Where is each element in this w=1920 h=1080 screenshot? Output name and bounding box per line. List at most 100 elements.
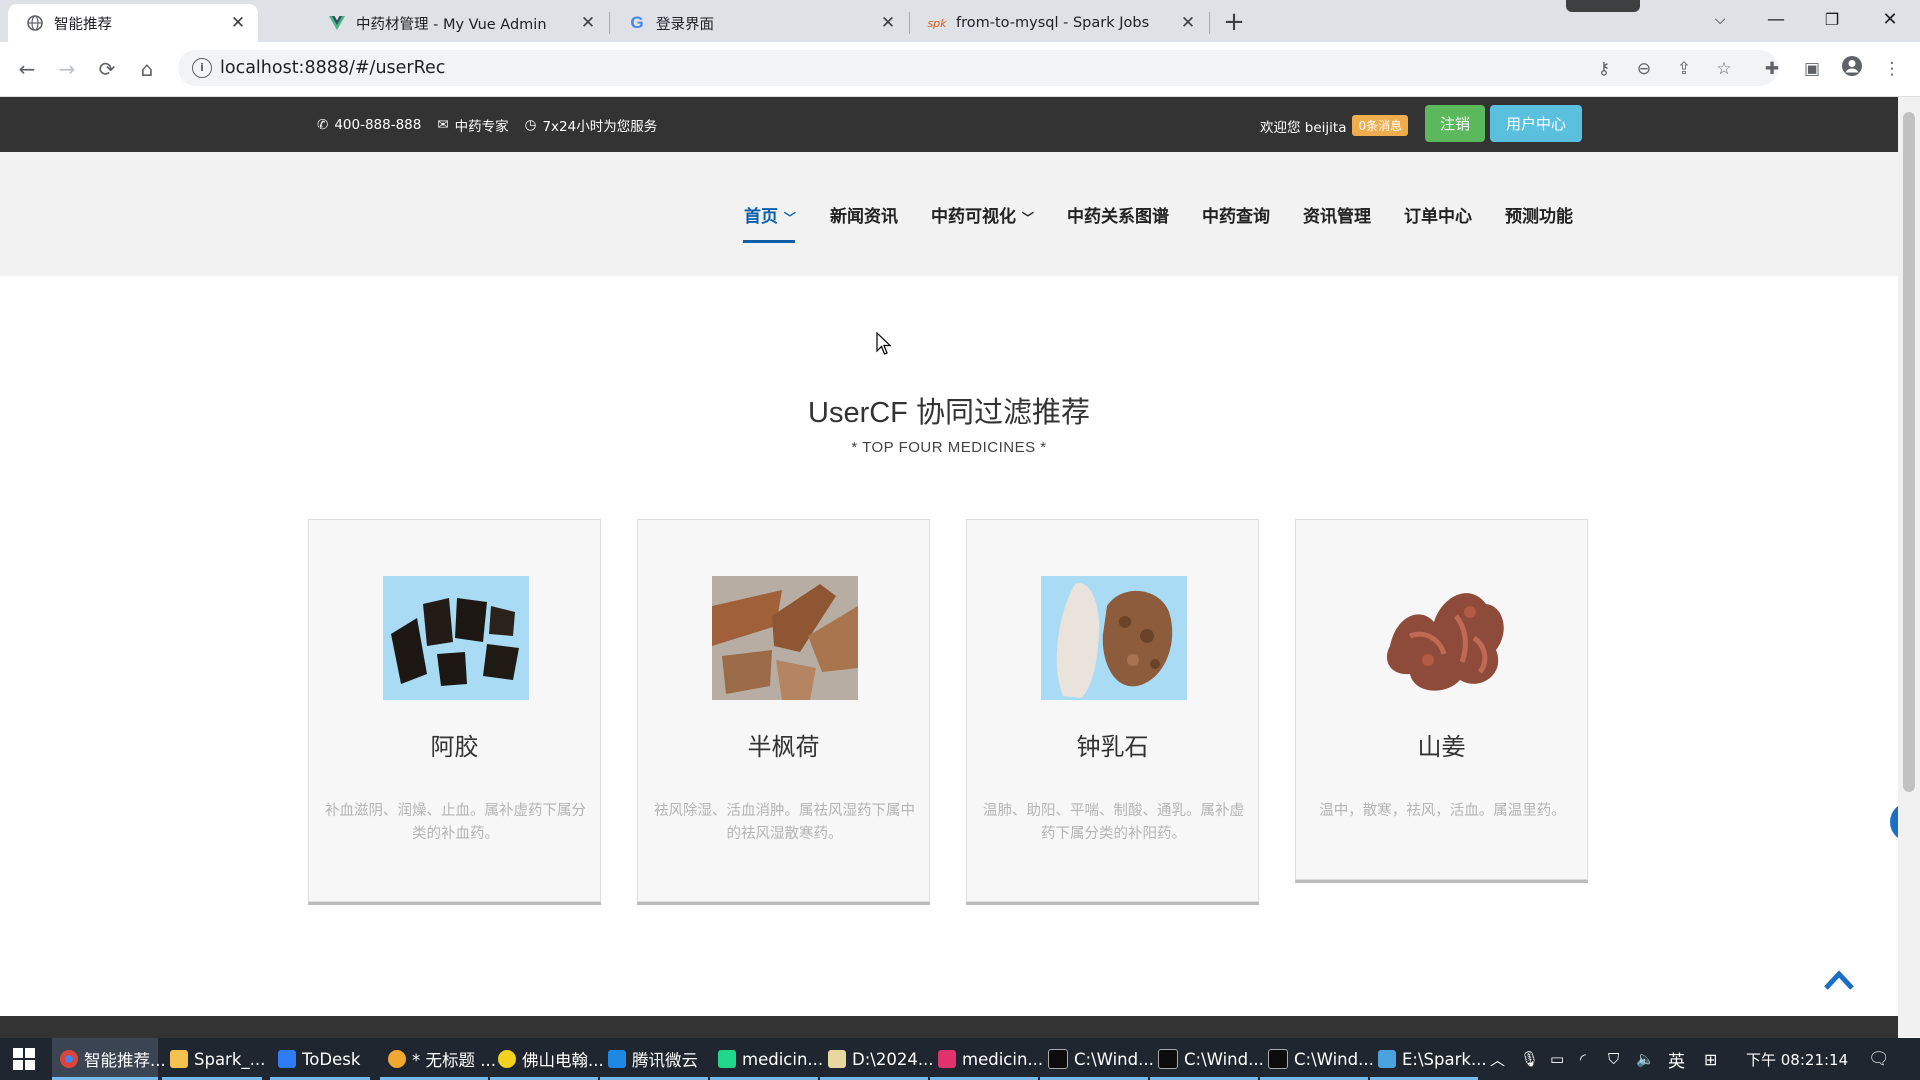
- medicine-description: 温肺、助阳、平喘、制酸、通乳。属补虚药下属分类的补阳药。: [983, 803, 1244, 842]
- close-tab-icon[interactable]: ✕: [878, 13, 898, 33]
- terminal-icon: [1158, 1049, 1178, 1069]
- star-icon[interactable]: ☆: [1710, 55, 1738, 83]
- microphone-icon[interactable]: 🎙: [1520, 1038, 1539, 1080]
- section-subtitle: * TOP FOUR MEDICINES *: [851, 439, 1047, 456]
- volume-icon[interactable]: 🔈: [1636, 1038, 1655, 1080]
- folder-icon: [170, 1050, 188, 1068]
- taskbar-item-pycharm[interactable]: medicin...: [710, 1038, 823, 1080]
- active-nav-underline: [743, 240, 795, 243]
- close-tab-icon[interactable]: ✕: [228, 13, 248, 33]
- tab-title: from-to-mysql - Spark Jobs: [956, 15, 1150, 31]
- taskbar-item-idea[interactable]: medicin...: [930, 1038, 1043, 1080]
- notepad-icon: [828, 1050, 846, 1068]
- home-icon[interactable]: ⌂: [132, 54, 162, 84]
- taskbar-label: medicin...: [742, 1049, 824, 1069]
- nav-item-home[interactable]: 首页 ﹀: [744, 202, 796, 227]
- taskbar-item-todesk[interactable]: ToDesk: [270, 1038, 370, 1080]
- taskbar-label: 腾讯微云: [632, 1051, 698, 1070]
- nav-item-orders[interactable]: 订单中心: [1404, 202, 1472, 227]
- taskbar-item-chrome[interactable]: 智能推荐...: [52, 1038, 166, 1080]
- nav-item-news-admin[interactable]: 资讯管理: [1303, 202, 1371, 227]
- address-toolbar: ← → ⟳ ⌂ i localhost:8888/#/userRec ⚷ ⊖ ⇪…: [0, 42, 1920, 97]
- user-center-button[interactable]: 用户中心: [1490, 105, 1582, 142]
- tab-login[interactable]: G 登录界面 ✕: [610, 4, 908, 42]
- medicine-card[interactable]: 山姜 温中，散寒，祛风，活血。属温里药。: [1295, 519, 1588, 880]
- forward-arrow-icon[interactable]: →: [52, 54, 82, 84]
- ime-indicator[interactable]: 英: [1668, 1038, 1685, 1080]
- messages-badge[interactable]: 0条消息: [1352, 115, 1409, 136]
- pycharm-icon: [718, 1050, 736, 1068]
- site-info-icon[interactable]: i: [192, 58, 212, 78]
- taskbar-item-untitled[interactable]: * 无标题 ...: [380, 1038, 496, 1080]
- address-bar[interactable]: i localhost:8888/#/userRec: [178, 50, 1778, 86]
- close-window-button[interactable]: ✕: [1872, 6, 1908, 34]
- taskbar-item-cmd-3[interactable]: C:\Wind...: [1260, 1038, 1374, 1080]
- medicine-image: [1041, 576, 1187, 700]
- start-button[interactable]: [0, 1038, 48, 1080]
- restore-button[interactable]: ❐: [1814, 6, 1850, 34]
- chevron-down-icon: ﹀: [1021, 211, 1034, 225]
- terminal-icon: [1048, 1049, 1068, 1069]
- system-clock[interactable]: 下午 08:21:14: [1746, 1038, 1848, 1080]
- footer-edge: [0, 1016, 1898, 1038]
- side-panel-icon[interactable]: ▣: [1798, 55, 1826, 83]
- globe-icon: [26, 14, 44, 32]
- battery-icon[interactable]: ▭: [1550, 1038, 1564, 1080]
- taskbar-label: D:\2024...: [852, 1049, 934, 1069]
- taskbar-label: Spark_...: [194, 1049, 266, 1069]
- medicine-card[interactable]: 半枫荷 祛风除湿、活血消肿。属祛风湿药下属中的祛风湿散寒药。: [637, 519, 930, 902]
- scrollbar-thumb[interactable]: [1903, 112, 1915, 792]
- medicine-image: [383, 576, 529, 700]
- tab-spark-jobs[interactable]: spk from-to-mysql - Spark Jobs ✕: [910, 4, 1208, 42]
- medicine-name: 山姜: [1417, 733, 1466, 761]
- notification-icon[interactable]: 🗨: [1868, 1038, 1890, 1080]
- ime-grid-icon[interactable]: ⊞: [1704, 1038, 1717, 1080]
- taskbar-item-weiyun[interactable]: 腾讯微云: [600, 1038, 708, 1080]
- close-tab-icon[interactable]: ✕: [578, 13, 598, 33]
- taskbar-item-spark-window[interactable]: E:\Spark...: [1370, 1038, 1487, 1080]
- tab-title: 中药材管理 - My Vue Admin: [356, 16, 547, 33]
- nav-item-query[interactable]: 中药查询: [1202, 202, 1270, 227]
- close-tab-icon[interactable]: ✕: [1178, 13, 1198, 33]
- tray-chevron-icon[interactable]: ︿: [1490, 1038, 1505, 1080]
- reload-icon[interactable]: ⟳: [92, 54, 122, 84]
- chrome-icon: [60, 1050, 78, 1068]
- menu-kebab-icon[interactable]: ⋮: [1878, 55, 1906, 83]
- medicine-image: [712, 576, 858, 700]
- profile-icon[interactable]: [1838, 55, 1866, 83]
- extensions-icon[interactable]: ✚: [1758, 55, 1786, 83]
- contact-info: ✆ 400-888-888 ✉ 中药专家 ◷ 7x24小时为您服务: [317, 115, 657, 135]
- expert-label: 中药专家: [454, 119, 509, 135]
- taskbar-item-foshan[interactable]: 佛山电翰...: [490, 1038, 604, 1080]
- taskbar-item-notepad[interactable]: D:\2024...: [820, 1038, 934, 1080]
- user-greeting: 欢迎您 beijita 0条消息: [1260, 115, 1409, 136]
- tab-vue-admin[interactable]: 中药材管理 - My Vue Admin ✕: [310, 4, 608, 42]
- new-tab-button[interactable]: +: [1218, 6, 1250, 38]
- tab-search-chevron-icon[interactable]: ⌵: [1702, 6, 1738, 34]
- taskbar-item-spark[interactable]: Spark_...: [162, 1038, 266, 1080]
- zoom-icon[interactable]: ⊖: [1630, 55, 1658, 83]
- taskbar-item-cmd-2[interactable]: C:\Wind...: [1150, 1038, 1264, 1080]
- welcome-text: 欢迎您 beijita: [1260, 119, 1347, 136]
- taskbar-item-cmd-1[interactable]: C:\Wind...: [1040, 1038, 1154, 1080]
- medicine-card[interactable]: 阿胶 补血滋阴、润燥、止血。属补虚药下属分类的补血药。: [308, 519, 601, 902]
- service-hours: 7x24小时为您服务: [542, 119, 658, 135]
- minimize-button[interactable]: —: [1758, 6, 1794, 34]
- share-icon[interactable]: ⇪: [1670, 55, 1698, 83]
- security-shield-icon[interactable]: ⛉: [1608, 1038, 1619, 1080]
- nav-item-news[interactable]: 新闻资讯: [830, 202, 898, 227]
- wifi-icon[interactable]: ◜: [1580, 1038, 1586, 1080]
- clock-icon: ◷: [524, 117, 537, 133]
- medicine-card[interactable]: 钟乳石 温肺、助阳、平喘、制酸、通乳。属补虚药下属分类的补阳药。: [966, 519, 1259, 902]
- back-arrow-icon[interactable]: ←: [12, 54, 42, 84]
- browser-tab-strip: 智能推荐 ✕ 中药材管理 - My Vue Admin ✕ G 登录界面 ✕ s…: [0, 0, 1920, 42]
- site-top-bar: ✆ 400-888-888 ✉ 中药专家 ◷ 7x24小时为您服务 欢迎您 be…: [0, 97, 1898, 152]
- logout-button[interactable]: 注销: [1425, 105, 1485, 142]
- key-icon[interactable]: ⚷: [1590, 55, 1618, 83]
- nav-item-visualization[interactable]: 中药可视化 ﹀: [931, 202, 1034, 227]
- medicine-description: 温中，散寒，祛风，活血。属温里药。: [1319, 803, 1566, 819]
- back-to-top-button[interactable]: [1822, 964, 1856, 994]
- nav-item-prediction[interactable]: 预测功能: [1505, 202, 1573, 227]
- nav-item-graph[interactable]: 中药关系图谱: [1067, 202, 1169, 227]
- tab-active[interactable]: 智能推荐 ✕: [8, 4, 258, 42]
